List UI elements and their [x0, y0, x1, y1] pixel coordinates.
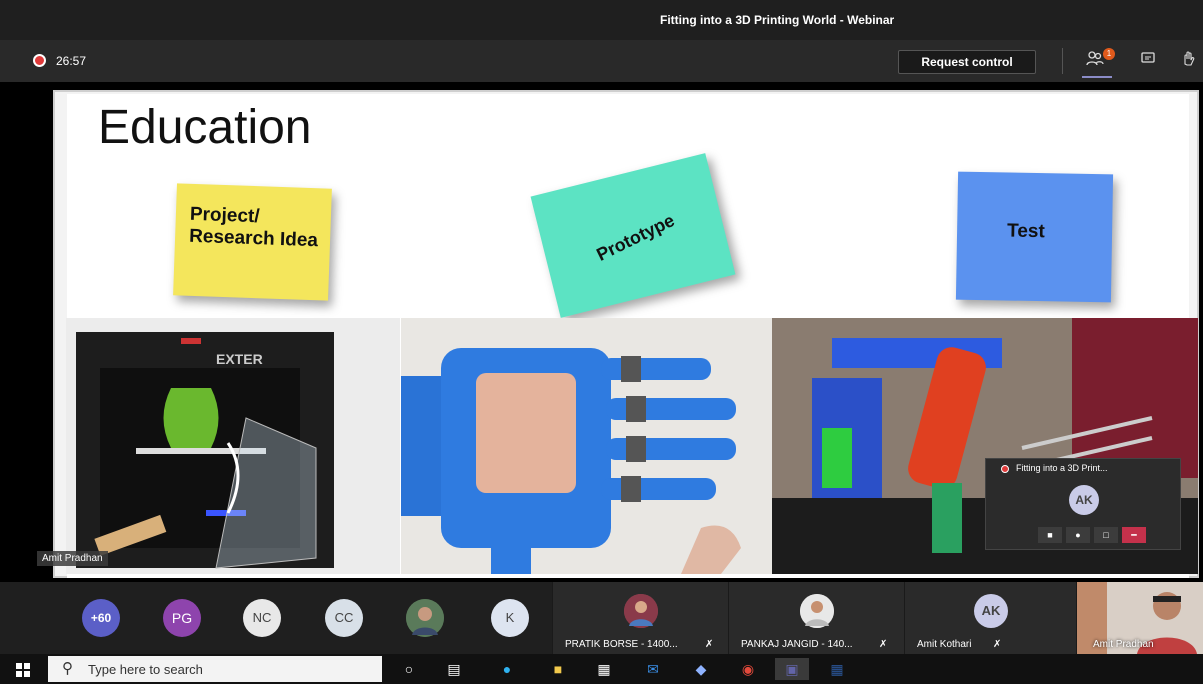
participant-avatar[interactable]: NC — [243, 599, 281, 637]
active-tab-indicator — [1082, 76, 1112, 78]
participant-avatar[interactable]: PG — [163, 599, 201, 637]
edge-icon[interactable]: ● — [496, 658, 518, 680]
search-placeholder: Type here to search — [88, 662, 203, 677]
taskbar-search-box[interactable]: ⚲ Type here to search — [48, 656, 382, 682]
participant-name: PRATIK BORSE - 1400... — [565, 639, 678, 650]
raise-hand-icon[interactable] — [1178, 50, 1198, 70]
photo-3d-printer: EXTER — [66, 318, 400, 574]
paint-icon[interactable]: ◆ — [690, 658, 712, 680]
share-screen-icon[interactable]: □ — [1094, 527, 1118, 543]
word-icon[interactable]: ▦ — [826, 658, 848, 680]
printer-brand-label: EXTER — [216, 351, 263, 367]
participant-tile[interactable]: PANKAJ JANGID - 140... ✗ — [728, 582, 904, 654]
hang-up-icon[interactable]: ━ — [1122, 527, 1146, 543]
meeting-timer: 26:57 — [56, 54, 87, 68]
participant-video-tile[interactable]: Amit Pradhan — [1076, 582, 1203, 654]
muted-mic-icon: ✗ — [993, 639, 1002, 650]
file-explorer-icon[interactable]: ■ — [547, 658, 569, 680]
people-icon[interactable] — [1085, 50, 1105, 70]
participant-name: PANKAJ JANGID - 140... — [741, 639, 853, 650]
window-title: Fitting into a 3D Printing World - Webin… — [660, 13, 895, 27]
teams-icon[interactable]: ▣ — [775, 658, 809, 680]
participant-avatar[interactable] — [406, 599, 444, 637]
windows-start-icon[interactable] — [16, 663, 30, 677]
avatar: AK — [974, 594, 1008, 628]
muted-mic-icon: ✗ — [879, 639, 888, 650]
participant-tile[interactable]: AK Amit Kothari ✗ — [904, 582, 1076, 654]
search-icon: ⚲ — [62, 660, 73, 677]
recording-icon — [1001, 465, 1009, 473]
participant-name: Amit Pradhan — [1093, 639, 1154, 650]
request-control-button[interactable]: Request control — [898, 50, 1036, 74]
participants-overflow-button[interactable]: +60 — [82, 599, 120, 637]
photo-prosthetic-hand — [401, 318, 772, 574]
windows-taskbar: ⚲ Type here to search ○ ▤ ● ■ ▦ ✉ ◆ ◉ ▣ … — [0, 654, 1203, 684]
sticky-note-project-idea: Project/ Research Idea — [173, 183, 332, 301]
avatar: AK — [1069, 485, 1099, 515]
participant-avatar[interactable]: CC — [325, 599, 363, 637]
presenter-name-tag: Amit Pradhan — [37, 551, 108, 566]
video-card-title: Fitting into a 3D Print... — [1016, 463, 1108, 473]
toolbar-divider — [1062, 48, 1063, 74]
participant-avatar[interactable]: K — [491, 599, 529, 637]
store-icon[interactable]: ▦ — [593, 658, 615, 680]
window-titlebar: Fitting into a 3D Printing World - Webin… — [0, 0, 1203, 40]
microphone-icon[interactable]: ● — [1066, 527, 1090, 543]
meeting-toolbar: 26:57 Request control 1 — [0, 40, 1203, 82]
chrome-icon[interactable]: ◉ — [737, 658, 759, 680]
avatar — [624, 594, 658, 628]
sticky-note-label: Prototype — [593, 210, 678, 265]
participant-name: Amit Kothari — [917, 639, 972, 650]
avatar — [800, 594, 834, 628]
recording-icon — [33, 54, 46, 67]
mail-icon[interactable]: ✉ — [642, 658, 664, 680]
participant-strip: +60 PG NC CC K PRATIK BORSE - 1400... ✗ … — [0, 582, 1203, 654]
sticky-note-label: Test — [1006, 220, 1045, 243]
chat-icon[interactable] — [1138, 50, 1158, 70]
task-view-icon[interactable]: ▤ — [443, 658, 465, 680]
muted-mic-icon: ✗ — [705, 639, 714, 650]
slide-title: Education — [98, 101, 312, 154]
self-video-card[interactable]: Fitting into a 3D Print... AK ■ ● □ ━ — [985, 458, 1181, 550]
cortana-icon[interactable]: ○ — [398, 658, 420, 680]
participant-tile[interactable]: PRATIK BORSE - 1400... ✗ — [552, 582, 728, 654]
participants-badge: 1 — [1103, 48, 1115, 60]
sticky-note-test: Test — [955, 171, 1114, 303]
camera-icon[interactable]: ■ — [1038, 527, 1062, 543]
